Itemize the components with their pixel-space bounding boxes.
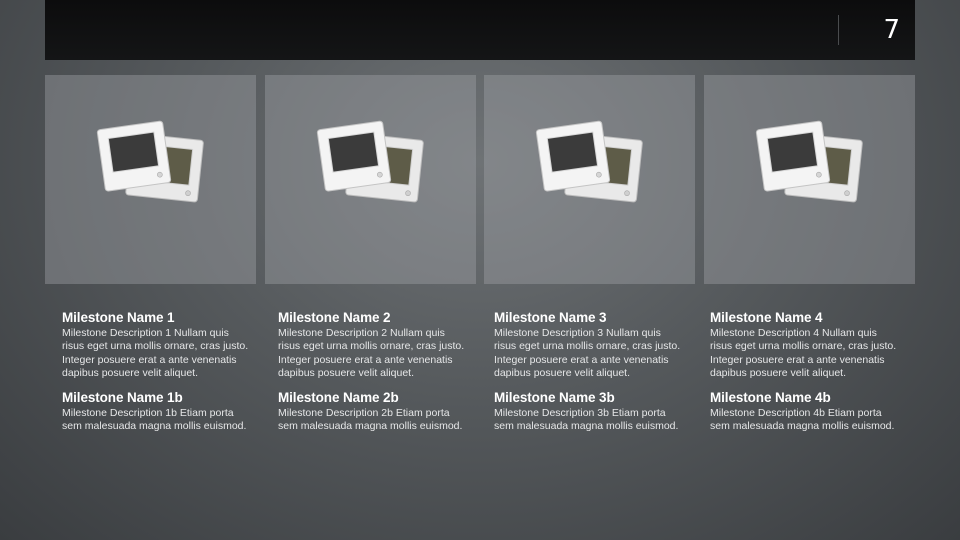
page-number: 7 — [883, 15, 900, 45]
photo-slides-icon — [316, 120, 424, 203]
milestone-title-b: Milestone Name 3b — [494, 389, 615, 405]
milestone-description: Milestone Description 3 Nullam quis risu… — [494, 327, 681, 380]
milestone-title: Milestone Name 1 — [62, 310, 175, 325]
milestone-description: Milestone Description 1 Nullam quis risu… — [62, 327, 249, 380]
milestone-text-4: Milestone Name 4 Milestone Description 4… — [710, 309, 900, 441]
header-bar — [45, 0, 915, 60]
milestone-title-b: Milestone Name 2b — [278, 389, 399, 405]
milestone-description-b: Milestone Description 1b Etiam porta sem… — [62, 406, 247, 433]
milestone-description-b: Milestone Description 3b Etiam porta sem… — [494, 406, 679, 433]
slide: 7 Milestone Name 1 Milestone Description… — [0, 0, 960, 540]
milestone-title: Milestone Name 4 — [710, 310, 823, 325]
milestone-card-4 — [704, 75, 915, 284]
photo-slides-icon — [535, 120, 643, 203]
milestone-text-1: Milestone Name 1 Milestone Description 1… — [62, 309, 252, 441]
milestone-card-3 — [484, 75, 695, 284]
milestone-card-1 — [45, 75, 256, 284]
photo-slides-icon — [96, 120, 204, 203]
milestone-description-b: Milestone Description 2b Etiam porta sem… — [278, 406, 463, 433]
milestone-title-b: Milestone Name 4b — [710, 389, 831, 405]
milestone-description-b: Milestone Description 4b Etiam porta sem… — [710, 406, 895, 433]
milestone-title-b: Milestone Name 1b — [62, 389, 183, 405]
milestone-text-3: Milestone Name 3 Milestone Description 3… — [494, 309, 684, 441]
milestone-title: Milestone Name 3 — [494, 310, 607, 325]
milestone-title: Milestone Name 2 — [278, 310, 391, 325]
milestone-text-2: Milestone Name 2 Milestone Description 2… — [278, 309, 468, 441]
photo-slides-icon — [755, 120, 863, 203]
header-divider — [838, 15, 839, 45]
milestone-description: Milestone Description 2 Nullam quis risu… — [278, 327, 465, 380]
milestone-description: Milestone Description 4 Nullam quis risu… — [710, 327, 897, 380]
milestone-card-2 — [265, 75, 476, 284]
